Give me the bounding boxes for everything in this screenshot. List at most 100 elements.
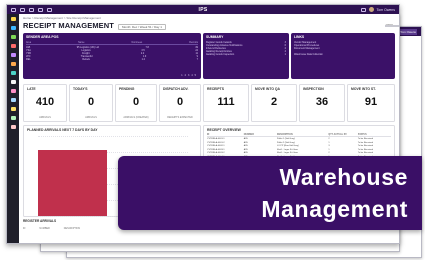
- column-header: Area: [26, 40, 32, 44]
- table-cell: A95: [243, 145, 248, 148]
- kpi-label: LATE: [27, 87, 36, 91]
- kpi-label: MOVE INTO ST.: [351, 87, 376, 91]
- kpi-move-into-qa[interactable]: MOVE INTO QA 2: [251, 84, 297, 122]
- sender-area-card: SENDER AREA POS Area Name Nominees Recru…: [23, 33, 201, 79]
- column-header[interactable]: NUMBER: [244, 134, 277, 136]
- sidebar-item-dashboard-icon[interactable]: [10, 17, 16, 21]
- kpi-sub: ARRIVALS (CREATED): [123, 116, 149, 119]
- sidebar-item-settings-icon[interactable]: [10, 80, 16, 84]
- share-icon[interactable]: [47, 7, 52, 12]
- kpi-label: INSPECTION: [303, 87, 324, 91]
- table-cell: Pallet 2 (Std Grey): [276, 141, 295, 144]
- zoom-slider[interactable]: [385, 25, 399, 27]
- kpi-move-into-st[interactable]: MOVE INTO ST. 91: [347, 84, 395, 122]
- kpi-label: DISPATCH ADV.: [163, 87, 189, 91]
- kpi-receipts[interactable]: RECEIPTS 111: [203, 84, 249, 122]
- kpi-value: 111: [217, 96, 235, 108]
- sidebar-item-qa-icon[interactable]: [10, 116, 16, 120]
- table-row[interactable]: YSTRIB-A-0003-2 A95 Shell - Lager Kit Gear…: [207, 152, 391, 154]
- table-cell: To be Received: [357, 148, 373, 151]
- kpi-todays[interactable]: TODAY'S 0 ARRIVALS: [69, 84, 113, 122]
- user-name: Tom Owens: [376, 7, 395, 12]
- home-icon[interactable]: [11, 7, 16, 12]
- chart-bar[interactable]: [38, 150, 107, 216]
- kpi-inspection[interactable]: INSPECTION 36: [299, 84, 345, 122]
- kpi-value: 410: [35, 96, 55, 108]
- sidebar-item-help-icon[interactable]: [10, 98, 16, 102]
- kpi-value: 0: [132, 96, 140, 108]
- page-title: RECEIPT MANAGEMENT: [23, 21, 114, 30]
- summary-title: SUMMARY: [206, 35, 224, 39]
- sidebar-item-inspection-icon[interactable]: [10, 125, 16, 129]
- bell-icon[interactable]: [360, 7, 366, 12]
- sender-area-title: SENDER AREA POS: [26, 35, 59, 39]
- kpi-label: RECEIPTS: [207, 87, 224, 91]
- page-link[interactable]: 3: [188, 74, 189, 77]
- table-cell: A95: [243, 148, 248, 151]
- page-link[interactable]: 1: [181, 74, 182, 77]
- page-link[interactable]: 4: [191, 74, 192, 77]
- chart-gridline: [38, 136, 188, 137]
- sidebar-item-tasks-icon[interactable]: [10, 107, 16, 111]
- table-row[interactable]: YSTRIB-A-0002-1 A95 LO PP (Non-Std Grey) 3 T…: [207, 145, 391, 147]
- avatar[interactable]: [368, 7, 374, 12]
- sidebar-item-orders-icon[interactable]: [10, 62, 16, 66]
- page-link[interactable]: 5: [195, 74, 196, 77]
- chart-title: PLANNED ARRIVALS NEXT 7 DAYS BY DAY: [27, 128, 98, 132]
- warehouse-management-banner: Warehouse Management: [118, 156, 422, 230]
- banner-line-2: Management: [261, 196, 408, 222]
- column-header: Name: [78, 40, 85, 44]
- table-row[interactable]: YSTRIB-A-0003-1 A95 Shell - Lager Kit Gear…: [207, 149, 391, 151]
- table-row[interactable]: YSTRIB-A-0001-2 A95 Pallet 2 (Std Grey) 1 To…: [207, 142, 391, 144]
- column-header[interactable]: QTY ACTUAL ST.: [328, 134, 357, 136]
- list-icon[interactable]: [29, 7, 34, 12]
- kpi-value: 0: [176, 96, 184, 108]
- breadcrumb[interactable]: Home > Receipt Management > Site Receipt…: [23, 16, 101, 20]
- grid-icon[interactable]: [20, 7, 25, 12]
- kpi-sub: ARRIVALS: [85, 116, 97, 119]
- column-header: Recruits: [189, 40, 198, 44]
- links-title: LINKS: [294, 35, 305, 39]
- sidebar-item-vendors-icon[interactable]: [10, 71, 16, 75]
- receipt-overview-title: RECEIPT OVERVIEW: [207, 128, 241, 132]
- table-cell: 1: [328, 148, 330, 151]
- sidebar-item-alerts-icon[interactable]: [10, 44, 16, 48]
- kpi-late[interactable]: LATE 410 ARRIVALS: [23, 84, 67, 122]
- sidebar-item-reports-icon[interactable]: [10, 53, 16, 57]
- table-row[interactable]: YSTRIB-A-0001-1 A95 Pallet 1 (Std Grey) 2 To…: [207, 138, 391, 140]
- sender-area-header: Area Name Nominees Recruits: [26, 41, 198, 45]
- column-header[interactable]: ID: [207, 134, 244, 136]
- table-cell: LO PP (Non-Std Grey): [276, 145, 299, 148]
- table-cell: To be Received: [357, 138, 373, 140]
- table-row[interactable]: REL Rebels 1.2 7: [26, 58, 198, 61]
- kpi-sub: RECEIPTS EXPECTED: [167, 116, 193, 119]
- kpi-value: 0: [87, 96, 95, 108]
- zoom-control[interactable]: 100%: [385, 23, 399, 27]
- sidebar-item-receipts-icon[interactable]: [10, 26, 16, 30]
- kpi-pending[interactable]: PENDING 0 ARRIVALS (CREATED): [115, 84, 157, 122]
- table-cell: YSTRIB-A-0001-2: [207, 141, 225, 144]
- sidebar-item-stock-icon[interactable]: [10, 35, 16, 39]
- pagination[interactable]: 1 2 3 4 5: [181, 74, 196, 77]
- link-warehouse-data-collection[interactable]: Warehouse Data Collection: [294, 53, 392, 56]
- refresh-icon[interactable]: [38, 7, 43, 12]
- sidebar-item-users-icon[interactable]: [10, 89, 16, 93]
- column-header[interactable]: STATUS: [358, 134, 391, 136]
- column-header: ID: [23, 227, 26, 230]
- table-cell: To be Received: [357, 145, 373, 148]
- kpi-dispatch-adv[interactable]: DISPATCH ADV. 0 RECEIPTS EXPECTED: [159, 84, 201, 122]
- column-header: Nominees: [131, 40, 143, 44]
- kpi-label: TODAY'S: [73, 87, 88, 91]
- user-shortcut-button[interactable]: Tom Owens: [399, 28, 417, 35]
- page-link[interactable]: 2: [185, 74, 186, 77]
- user-menu[interactable]: Tom Owens: [360, 7, 395, 12]
- receipt-overview-header: ID NUMBER DESCRIPTION QTY ACTUAL ST. STA…: [207, 134, 391, 137]
- summary-row[interactable]: Awaiting Goods Inspection 1: [206, 53, 286, 56]
- table-cell: A95: [243, 138, 248, 140]
- link-document-management[interactable]: Document Management: [294, 47, 392, 50]
- table-cell: To be Received: [357, 141, 373, 144]
- column-header: NUMBER: [39, 227, 50, 230]
- column-header[interactable]: DESCRIPTION: [277, 134, 329, 136]
- table-cell: YSTRIB-A-0003-1: [207, 148, 225, 151]
- period-select[interactable]: Month: Dec / Week 51 / Day 1: [117, 24, 166, 30]
